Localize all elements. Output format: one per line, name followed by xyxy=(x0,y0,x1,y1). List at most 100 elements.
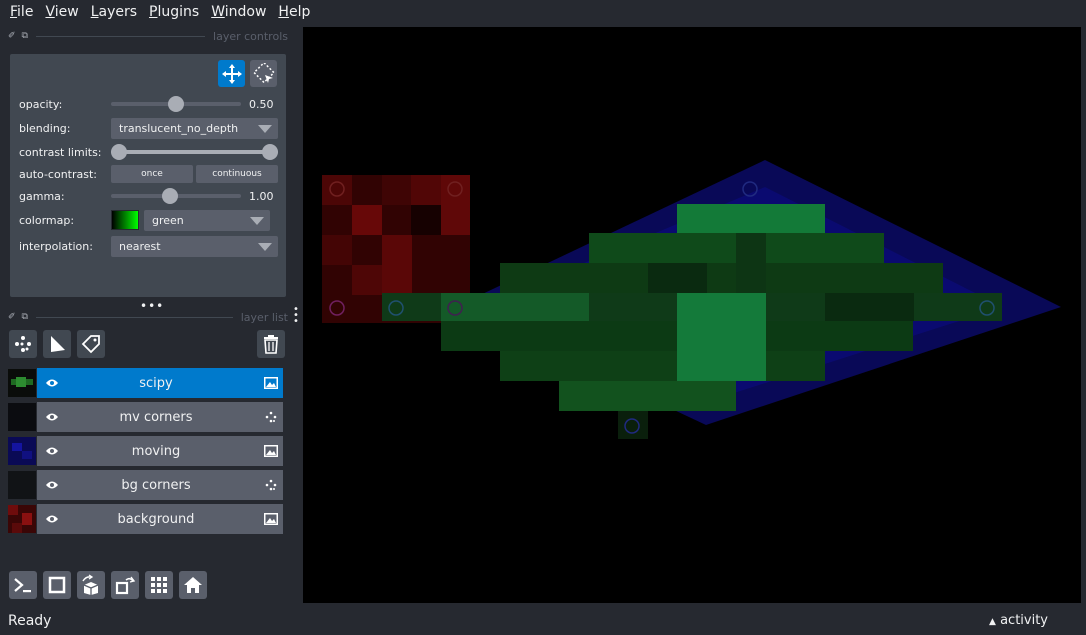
interpolation-dropdown[interactable]: nearest xyxy=(111,235,278,257)
new-points-button[interactable] xyxy=(9,330,37,358)
pan-zoom-button[interactable] xyxy=(218,60,245,87)
float-icon[interactable]: ⧉ xyxy=(22,312,28,322)
colormap-value: green xyxy=(152,213,184,227)
continuous-button[interactable]: continuous xyxy=(196,165,278,183)
float-icon[interactable]: ⧉ xyxy=(22,31,28,41)
once-button[interactable]: once xyxy=(111,165,193,183)
undock-icon[interactable]: ✐ xyxy=(8,312,16,322)
points-layer-icon xyxy=(259,411,283,423)
layer-list-title: layer list xyxy=(240,310,288,324)
colormap-swatch xyxy=(111,210,139,230)
undock-icon[interactable]: ✐ xyxy=(8,31,16,41)
caret-up-icon: ▲ xyxy=(989,617,996,627)
chevron-down-icon xyxy=(250,216,264,225)
layer-item[interactable]: background xyxy=(37,504,283,534)
visibility-eye-icon[interactable] xyxy=(37,480,67,490)
menu-bar: File View Layers Plugins Window Help xyxy=(0,0,1086,24)
menu-window[interactable]: Window xyxy=(205,4,272,20)
layer-name: background xyxy=(117,511,195,527)
viewer-canvas[interactable] xyxy=(303,27,1081,603)
contrast-low-handle[interactable] xyxy=(111,144,127,160)
transform-button[interactable] xyxy=(250,60,277,87)
layer-name: scipy xyxy=(139,375,173,391)
layer-item[interactable]: mv corners xyxy=(37,402,283,432)
layer-name: bg corners xyxy=(121,477,191,493)
colormap-dropdown[interactable]: green xyxy=(144,209,270,231)
opacity-slider[interactable] xyxy=(111,94,241,114)
grid-view-button[interactable] xyxy=(145,571,173,599)
image-layer-icon xyxy=(259,513,283,525)
gamma-row: gamma: 1.00 xyxy=(19,185,281,207)
grid-icon xyxy=(151,577,167,593)
delete-layer-button[interactable] xyxy=(257,330,285,358)
contrast-limits-row: contrast limits: xyxy=(19,141,281,163)
contrast-high-handle[interactable] xyxy=(262,144,278,160)
gamma-slider[interactable] xyxy=(111,186,241,206)
contrast-limits-label: contrast limits: xyxy=(19,145,102,159)
status-bar: Ready ▲ activity xyxy=(0,607,1086,635)
terminal-icon xyxy=(14,578,31,593)
more-options-icon[interactable]: • • • xyxy=(293,305,299,327)
interpolation-row: interpolation: nearest xyxy=(19,235,281,257)
roll-dims-button[interactable] xyxy=(77,571,105,599)
layer-row-scipy[interactable]: scipy xyxy=(8,368,283,398)
visibility-eye-icon[interactable] xyxy=(37,378,67,388)
blending-dropdown[interactable]: translucent_no_depth xyxy=(111,117,278,139)
layer-thumbnail xyxy=(8,471,36,499)
menu-plugins[interactable]: Plugins xyxy=(143,4,205,20)
opacity-label: opacity: xyxy=(19,97,63,111)
transpose-button[interactable] xyxy=(111,571,139,599)
home-button[interactable] xyxy=(179,571,207,599)
activity-label: activity xyxy=(1000,613,1048,628)
menu-help[interactable]: Help xyxy=(272,4,316,20)
points-icon xyxy=(15,336,31,352)
blending-value: translucent_no_depth xyxy=(119,121,239,135)
gamma-value: 1.00 xyxy=(249,189,274,203)
image-layer-icon xyxy=(259,377,283,389)
visibility-eye-icon[interactable] xyxy=(37,446,67,456)
cube-rotate-icon xyxy=(82,574,99,595)
gamma-slider-handle[interactable] xyxy=(162,188,179,204)
transpose-icon xyxy=(115,576,136,595)
console-button[interactable] xyxy=(9,571,37,599)
opacity-slider-handle[interactable] xyxy=(168,96,184,112)
layer-controls-title: layer controls xyxy=(213,29,288,43)
label-tag-icon xyxy=(81,335,100,354)
layer-item[interactable]: scipy xyxy=(37,368,283,398)
opacity-value: 0.50 xyxy=(249,97,274,111)
layer-item[interactable]: bg corners xyxy=(37,470,283,500)
new-labels-button[interactable] xyxy=(77,330,105,358)
colormap-label: colormap: xyxy=(19,213,75,227)
menu-view[interactable]: View xyxy=(39,4,84,20)
menu-layers[interactable]: Layers xyxy=(85,4,143,20)
contrast-limits-slider[interactable] xyxy=(111,142,278,162)
chevron-down-icon xyxy=(258,242,272,251)
chevron-down-icon xyxy=(258,124,272,133)
visibility-eye-icon[interactable] xyxy=(37,514,67,524)
layer-row-bg-corners[interactable]: bg corners xyxy=(8,470,283,500)
auto-contrast-row: auto-contrast: once continuous xyxy=(19,163,281,185)
layer-thumbnail xyxy=(8,369,36,397)
layer-row-mv-corners[interactable]: mv corners xyxy=(8,402,283,432)
layer-row-background[interactable]: background xyxy=(8,504,283,534)
layer-row-moving[interactable]: moving xyxy=(8,436,283,466)
shapes-icon xyxy=(51,336,65,352)
canvas-image[interactable] xyxy=(303,27,1081,603)
menu-file[interactable]: File xyxy=(4,4,39,20)
new-shapes-button[interactable] xyxy=(43,330,71,358)
trash-icon xyxy=(264,335,278,354)
layer-controls-titlebar: ✐ ⧉ layer controls xyxy=(8,28,288,44)
move-arrows-icon xyxy=(221,63,242,84)
visibility-eye-icon[interactable] xyxy=(37,412,67,422)
points-layer-icon xyxy=(259,479,283,491)
activity-toggle[interactable]: ▲ activity xyxy=(989,613,1048,628)
home-icon xyxy=(184,577,202,593)
interpolation-label: interpolation: xyxy=(19,239,93,253)
layer-name: moving xyxy=(131,443,181,459)
layer-item[interactable]: moving xyxy=(37,436,283,466)
square-icon xyxy=(48,576,66,594)
image-layer-icon xyxy=(259,445,283,457)
blending-label: blending: xyxy=(19,121,71,135)
ndisplay-button[interactable] xyxy=(43,571,71,599)
interpolation-value: nearest xyxy=(119,239,161,253)
